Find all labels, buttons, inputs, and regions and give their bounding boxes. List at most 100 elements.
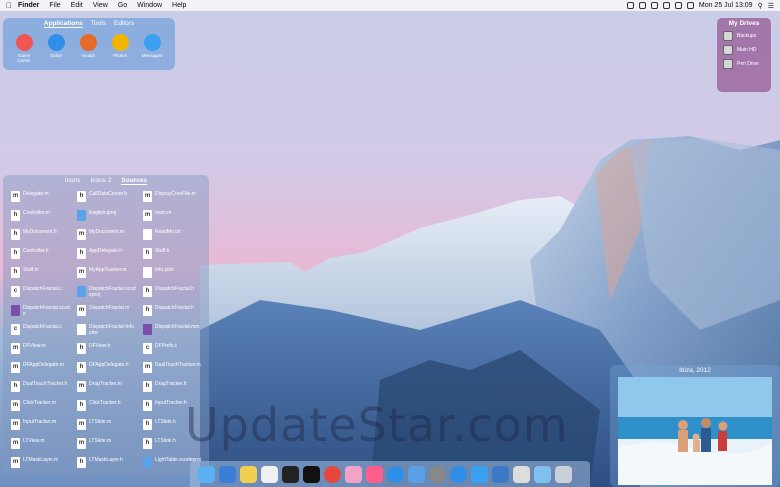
file-item[interactable]: m DualTouchTracker.m <box>143 362 209 381</box>
tab-sources[interactable]: Sources <box>121 177 148 185</box>
list-icon[interactable]: ☰ <box>768 2 774 10</box>
dock-virtualbox-icon[interactable] <box>492 465 509 483</box>
dock-safari-icon[interactable] <box>450 465 467 483</box>
file-item[interactable]: m Delegate.m <box>11 191 77 210</box>
file-item[interactable]: h Stuff.h <box>143 248 209 267</box>
dock-screenshot-icon[interactable] <box>513 465 530 483</box>
drive-label: Main HD <box>737 47 757 53</box>
file-item[interactable]: m LTMaskLayer.m <box>11 457 77 476</box>
file-item[interactable]: h DFView.h <box>77 343 143 362</box>
file-m-icon: m <box>77 419 86 430</box>
app-messages[interactable]: Messages <box>139 34 165 63</box>
beach-photo[interactable] <box>618 377 772 485</box>
file-item[interactable]: m DragTracker.m <box>77 381 143 400</box>
status-icon[interactable] <box>626 2 634 9</box>
file-item[interactable]: m MyAppTracker.m <box>77 267 143 286</box>
app-safari[interactable]: Safari <box>43 34 69 63</box>
dock-notes-icon[interactable] <box>240 465 257 483</box>
dock-itunes-icon[interactable] <box>366 465 383 483</box>
menu-clock[interactable]: Mon 25 Jul 13:09 <box>699 2 753 9</box>
file-item[interactable]: h CallDataCenter.h <box>77 191 143 210</box>
menu-file[interactable]: File <box>49 2 60 9</box>
tab-icons-2[interactable]: Icons 2 <box>90 177 111 185</box>
file-item[interactable]: h Stuff.m <box>11 267 77 286</box>
file-item[interactable]: DispatchFractal.xcodeproj <box>77 286 143 305</box>
file-h-icon: h <box>77 400 86 411</box>
file-item[interactable]: h ClickTracker.h <box>77 400 143 419</box>
file-item[interactable]: DispatchFractal.mm <box>143 324 209 343</box>
wifi-icon[interactable] <box>674 2 682 9</box>
file-item[interactable]: h Controller.m <box>11 210 77 229</box>
dock-photos-icon[interactable] <box>345 465 362 483</box>
apple-icon[interactable]:  <box>6 1 12 10</box>
file-item[interactable]: m ClickTracker.m <box>11 400 77 419</box>
dock-preview-icon[interactable] <box>219 465 236 483</box>
info-icon[interactable] <box>638 2 646 9</box>
file-item[interactable]: m InputTracker.m <box>11 419 77 438</box>
app-vivaldi[interactable]: Vivaldi <box>75 34 101 63</box>
dock-folder-icon[interactable] <box>534 465 551 483</box>
file-item[interactable]: h MyDocument.h <box>11 229 77 248</box>
dock-terminal-icon[interactable] <box>282 465 299 483</box>
dock-finder-icon[interactable] <box>198 465 215 483</box>
tab-tools[interactable]: Tools <box>91 20 106 28</box>
file-h-icon: h <box>77 191 86 202</box>
file-name: MyDocument.h <box>23 229 57 235</box>
file-item[interactable]: Info.plist <box>143 267 209 286</box>
file-item[interactable]: m DFView.m <box>11 343 77 362</box>
dock-activity-monitor-icon[interactable] <box>303 465 320 483</box>
file-item[interactable]: h LTMaskLayer.h <box>77 457 143 476</box>
file-item[interactable]: h DispatchFractal.h <box>143 286 209 305</box>
file-item[interactable]: c DispatchFractal.c <box>11 286 77 305</box>
app-game-center[interactable]: Game Center <box>11 34 37 63</box>
app-photos[interactable]: Photos <box>107 34 133 63</box>
file-item[interactable]: m DFAppDelegate.m <box>11 362 77 381</box>
tab-editors[interactable]: Editors <box>114 20 134 28</box>
tab-icons[interactable]: Icons <box>65 177 81 185</box>
file-item[interactable]: DispatchFractal-Info.plist <box>77 324 143 343</box>
screen-icon[interactable] <box>650 2 658 9</box>
volume-icon[interactable] <box>686 2 694 9</box>
file-item[interactable]: h DualTouchTracker.h <box>11 381 77 400</box>
drive-main-hd[interactable]: Main HD <box>717 41 771 55</box>
file-h-icon: h <box>143 381 152 392</box>
menu-view[interactable]: View <box>93 2 108 9</box>
tab-applications[interactable]: Applications <box>43 20 83 28</box>
file-name: ClickTracker.m <box>23 400 56 406</box>
dock-xcode-icon[interactable] <box>408 465 425 483</box>
dock-pages-icon[interactable] <box>261 465 278 483</box>
file-item[interactable]: m DispatchFractal.m <box>77 305 143 324</box>
apps-grid: Game Center Safari Vivaldi Photos Messages <box>3 28 175 63</box>
bluetooth-icon[interactable] <box>662 2 670 9</box>
dock-trash-icon[interactable] <box>555 465 572 483</box>
file-item[interactable]: h Controller.h <box>11 248 77 267</box>
menu-window[interactable]: Window <box>137 2 162 9</box>
menu-help[interactable]: Help <box>172 2 186 9</box>
file-item[interactable]: m LTSlide.m <box>77 438 143 457</box>
file-name: Info.plist <box>155 267 174 273</box>
file-item[interactable]: m main.m <box>143 210 209 229</box>
drive-pen-drive[interactable]: Pen Drive <box>717 55 771 69</box>
search-icon[interactable]: ⚲ <box>758 2 763 10</box>
drive-backups[interactable]: Backups <box>717 27 771 41</box>
file-item[interactable]: m LTView.m <box>11 438 77 457</box>
menu-app-name[interactable]: Finder <box>18 2 39 9</box>
dock-system-preferences-icon[interactable] <box>429 465 446 483</box>
file-item[interactable]: English.lproj <box>77 210 143 229</box>
dock-chrome-icon[interactable] <box>324 465 341 483</box>
file-item[interactable]: c DispatchFractal.c <box>11 324 77 343</box>
file-item[interactable]: h AppDelegate.h <box>77 248 143 267</box>
menu-go[interactable]: Go <box>118 2 127 9</box>
file-item[interactable]: m LTSlide.m <box>77 419 143 438</box>
file-item[interactable]: m MyDocument.m <box>77 229 143 248</box>
file-item[interactable]: ReadMe.txt <box>143 229 209 248</box>
file-item[interactable]: m DisplayCoreFile.m <box>143 191 209 210</box>
file-item[interactable]: h DFAppDelegate.h <box>77 362 143 381</box>
file-item[interactable]: h DispatchFractal.h <box>143 305 209 324</box>
dock-utilities-icon[interactable] <box>471 465 488 483</box>
menu-edit[interactable]: Edit <box>71 2 83 9</box>
dock-app-store-icon[interactable] <box>387 465 404 483</box>
file-item[interactable]: DispatchFractal.xcode <box>11 305 77 324</box>
file-item[interactable]: c DFPrefs.c <box>143 343 209 362</box>
file-h-icon: h <box>11 229 20 240</box>
